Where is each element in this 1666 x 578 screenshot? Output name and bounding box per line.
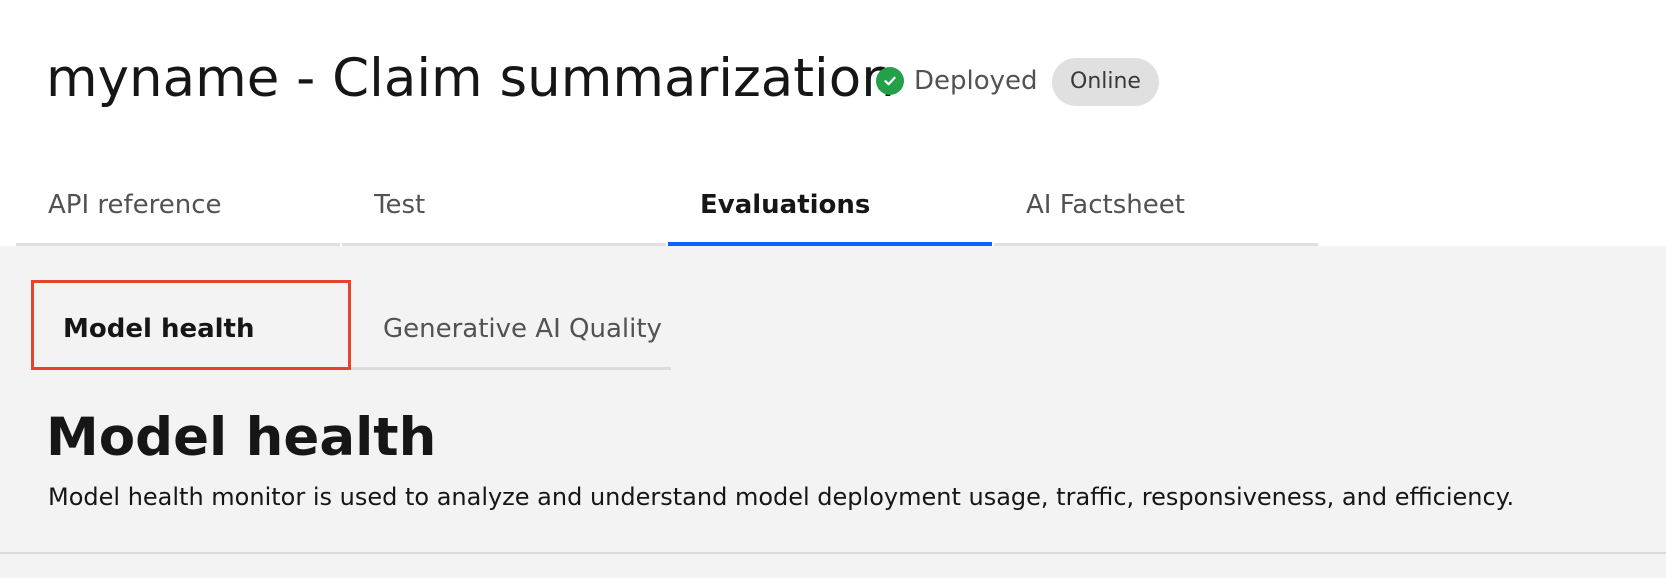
section-title: Model health — [46, 407, 437, 468]
page-header: myname - Claim summarization Deployed On… — [0, 0, 1666, 246]
tab-ai-factsheet[interactable]: AI Factsheet — [994, 176, 1318, 246]
subtab-model-health[interactable]: Model health — [31, 280, 351, 370]
evaluation-subtabs: Model health Generative AI Quality — [31, 280, 671, 370]
evaluations-panel: Model health Generative AI Quality Model… — [0, 246, 1666, 578]
deployment-status: Deployed — [876, 62, 1038, 100]
online-badge: Online — [1052, 58, 1159, 106]
tab-api-reference[interactable]: API reference — [16, 176, 340, 246]
tab-test[interactable]: Test — [342, 176, 666, 246]
tab-evaluations[interactable]: Evaluations — [668, 176, 992, 246]
main-tabs: API reference Test Evaluations AI Factsh… — [16, 176, 1318, 246]
subtab-generative-ai-quality[interactable]: Generative AI Quality — [351, 280, 671, 370]
status-label: Deployed — [914, 66, 1038, 96]
section-description: Model health monitor is used to analyze … — [48, 483, 1515, 511]
page-title: myname - Claim summarization — [46, 48, 895, 109]
divider — [0, 552, 1666, 554]
checkmark-circle-icon — [876, 67, 904, 95]
